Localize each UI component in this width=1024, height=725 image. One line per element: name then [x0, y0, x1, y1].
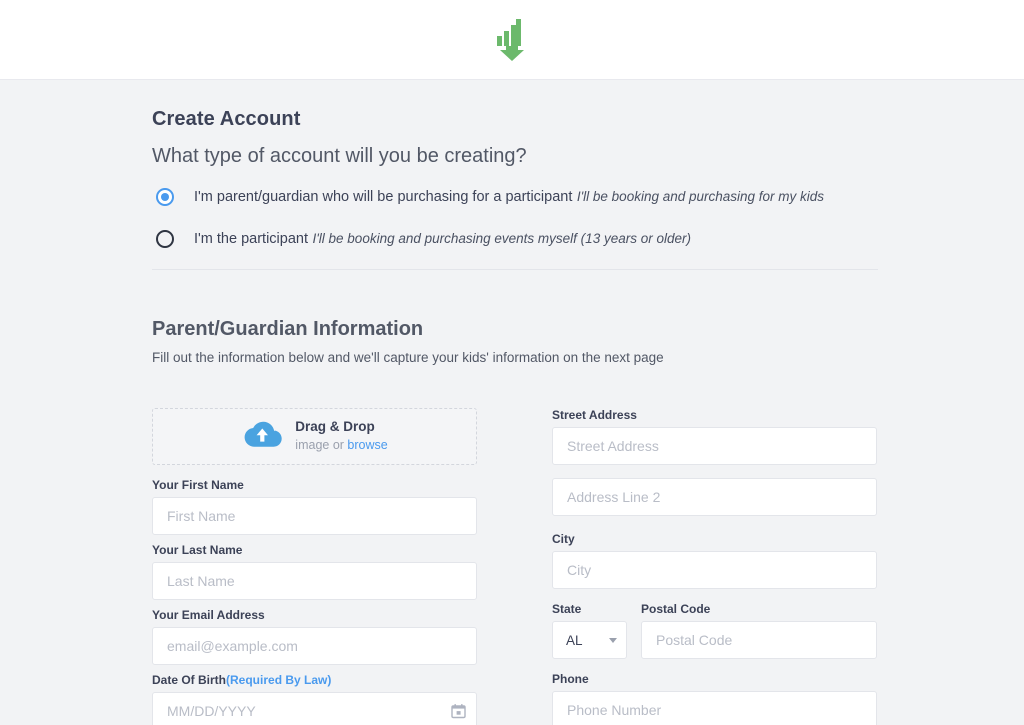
street-address-input[interactable] — [552, 427, 877, 466]
date-of-birth-input[interactable] — [152, 692, 477, 725]
calendar-icon[interactable] — [451, 704, 466, 719]
last-name-input[interactable] — [152, 562, 477, 601]
label-date-of-birth: Date Of Birth(Required By Law) — [152, 673, 477, 687]
radio-label-participant: I'm the participant — [194, 230, 308, 247]
address-line-2-input[interactable] — [552, 478, 877, 517]
field-first-name: Your First Name — [152, 478, 477, 536]
field-email: Your Email Address — [152, 608, 477, 666]
state-select[interactable]: AL — [552, 621, 627, 660]
radio-sublabel-parent-guardian: I'll be booking and purchasing for my ki… — [576, 189, 825, 204]
field-phone: Phone — [552, 672, 877, 725]
field-last-name: Your Last Name — [152, 543, 477, 601]
label-postal-code: Postal Code — [641, 602, 711, 617]
form-grid: Drag & Drop image or browse Your First N… — [152, 408, 878, 725]
upload-subtitle: image or browse — [295, 438, 387, 454]
label-email: Your Email Address — [152, 608, 265, 623]
phone-input[interactable] — [552, 691, 877, 725]
section-title: Parent/Guardian Information — [152, 318, 424, 341]
content-container: Create Account What type of account will… — [152, 80, 878, 725]
label-last-name: Your Last Name — [152, 543, 243, 558]
image-upload-dropzone[interactable]: Drag & Drop image or browse — [152, 408, 477, 466]
browse-link[interactable]: browse — [347, 438, 387, 452]
upload-title: Drag & Drop — [295, 419, 375, 435]
state-postal-row: State AL Postal Code — [552, 602, 877, 660]
radio-option-parent-guardian[interactable]: I'm parent/guardian who will be purchasi… — [152, 186, 878, 208]
field-city: City — [552, 532, 877, 590]
field-state: State AL — [552, 602, 627, 660]
label-first-name: Your First Name — [152, 478, 244, 493]
label-state: State — [552, 602, 582, 617]
field-street-address: Street Address — [552, 408, 877, 466]
section-subtitle: Fill out the information below and we'll… — [152, 350, 664, 366]
section-divider — [152, 269, 878, 271]
cloud-upload-icon — [241, 419, 283, 454]
label-city: City — [552, 532, 575, 547]
page-title: Create Account — [152, 108, 301, 130]
label-dob-text: Date Of Birth — [152, 673, 227, 688]
postal-code-input[interactable] — [641, 621, 877, 660]
label-dob-required-note: (Required By Law) — [226, 673, 332, 688]
radio-sublabel-participant: I'll be booking and purchasing events my… — [312, 230, 691, 246]
label-phone: Phone — [552, 672, 589, 687]
radio-option-participant[interactable]: I'm the participant I'll be booking and … — [152, 228, 878, 250]
radio-label-parent-guardian: I'm parent/guardian who will be purchasi… — [194, 189, 573, 205]
field-date-of-birth: Date Of Birth(Required By Law) — [152, 673, 477, 725]
radio-icon-unselected[interactable] — [156, 229, 174, 248]
first-name-input[interactable] — [152, 497, 477, 536]
field-address-line-2 — [552, 478, 877, 517]
radio-icon-selected[interactable] — [156, 188, 174, 206]
account-type-radio-group: I'm parent/guardian who will be purchasi… — [152, 186, 878, 249]
label-street-address: Street Address — [552, 408, 637, 423]
bar-chart-arrow-logo[interactable] — [490, 15, 534, 64]
account-type-question: What type of account will you be creatin… — [152, 145, 527, 167]
page-body: Create Account What type of account will… — [0, 80, 1024, 725]
site-header — [0, 0, 1024, 80]
form-column-left: Drag & Drop image or browse Your First N… — [152, 408, 477, 725]
form-column-right: Street Address City State — [552, 408, 877, 725]
email-input[interactable] — [152, 627, 477, 666]
field-postal-code: Postal Code — [641, 602, 877, 660]
state-select-value: AL — [566, 632, 583, 648]
upload-sub-prefix: image or — [295, 438, 348, 453]
city-input[interactable] — [552, 551, 877, 590]
